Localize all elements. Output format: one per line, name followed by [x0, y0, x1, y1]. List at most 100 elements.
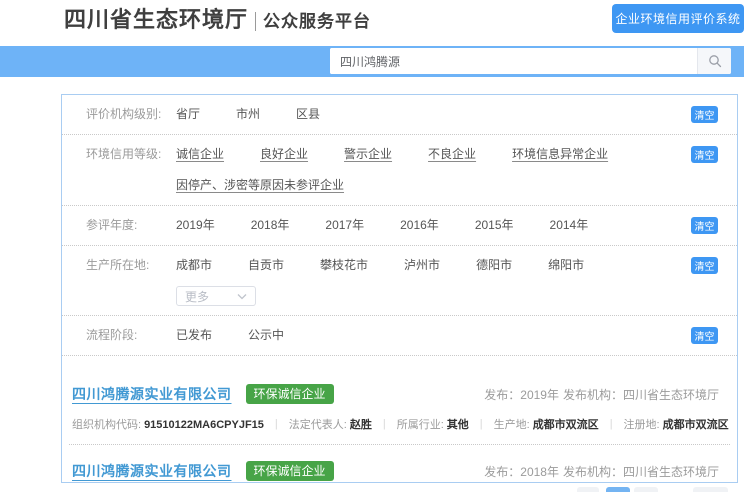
clear-filter-button[interactable]: 清空	[691, 146, 718, 163]
detail-label: 生产地:	[494, 419, 530, 431]
filter-option[interactable]: 绵阳市	[548, 258, 584, 273]
filter-option[interactable]: 泸州市	[404, 258, 440, 273]
result-card-1: 四川鸿腾源实业有限公司环保诚信企业发布：2018年发布机构：四川省生态环境厅组织…	[69, 445, 730, 492]
publish-info: 发布：2019年发布机构：四川省生态环境厅	[484, 386, 727, 403]
main-panel: 评价机构级别:省厅市州区县清空环境信用等级:诚信企业良好企业警示企业不良企业环境…	[61, 94, 738, 483]
clear-filter-button[interactable]: 清空	[691, 327, 718, 344]
filter-option[interactable]: 2016年	[400, 218, 439, 233]
detail-label: 法定代表人:	[289, 419, 347, 431]
filter-option[interactable]: 2017年	[325, 218, 364, 233]
detail-label: 注册地:	[624, 419, 660, 431]
filter-option[interactable]: 良好企业	[260, 147, 308, 162]
brand-divider	[255, 12, 256, 31]
search-bar	[0, 46, 744, 77]
company-name-link[interactable]: 四川鸿腾源实业有限公司	[72, 461, 232, 481]
filter-options: 已发布 公示中	[176, 328, 677, 343]
detail-item: 组织机构代码:91510122MA6CPYJF15	[72, 416, 264, 432]
filter-row-4: 流程阶段:已发布 公示中 清空	[62, 316, 737, 356]
detail-item: 所属行业:其他	[397, 416, 469, 432]
chevron-down-icon	[237, 293, 247, 300]
header: 四川省生态环境厅 公众服务平台 企业环境信用评价系统	[0, 0, 750, 46]
publish-info: 发布：2018年发布机构：四川省生态环境厅	[484, 463, 727, 480]
filter-option[interactable]: 攀枝花市	[320, 258, 368, 273]
site-subtitle: 公众服务平台	[263, 11, 371, 33]
filter-option[interactable]: 自贡市	[248, 258, 284, 273]
detail-item: 生产地:成都市双流区	[494, 416, 599, 432]
pagination	[0, 487, 750, 492]
detail-item: 注册地:成都市双流区	[624, 416, 729, 432]
company-name-link[interactable]: 四川鸿腾源实业有限公司	[72, 384, 232, 404]
result-list: 四川鸿腾源实业有限公司环保诚信企业发布：2019年发布机构：四川省生态环境厅组织…	[62, 356, 737, 492]
detail-value: 91510122MA6CPYJF15	[144, 419, 264, 431]
detail-label: 所属行业:	[397, 419, 444, 431]
search-icon	[708, 54, 722, 68]
clear-filter-button[interactable]: 清空	[691, 257, 718, 274]
clear-filter-button[interactable]: 清空	[691, 217, 718, 234]
detail-label: 组织机构代码:	[72, 419, 141, 431]
detail-value: 其他	[447, 419, 469, 431]
search-box	[330, 48, 731, 74]
publish-org: 发布机构：四川省生态环境厅	[563, 386, 719, 403]
search-button[interactable]	[697, 48, 731, 74]
detail-divider: |	[480, 418, 483, 430]
detail-item: 法定代表人:赵胜	[289, 416, 372, 432]
publish-year: 发布：2019年	[484, 386, 559, 403]
result-card-0: 四川鸿腾源实业有限公司环保诚信企业 发布：2019年发布机构：四川省生态环境厅组织…	[69, 368, 730, 445]
credit-badge: 环保诚信企业	[246, 384, 334, 404]
filter-options: 省厅 市州 区县	[176, 107, 677, 122]
detail-divider: |	[275, 418, 278, 430]
pagination-page-1-button[interactable]	[606, 487, 630, 492]
pagination-next-button[interactable]	[693, 487, 728, 492]
filter-rows: 评价机构级别:省厅市州区县清空环境信用等级:诚信企业良好企业警示企业不良企业环境…	[62, 95, 737, 356]
filter-option[interactable]: 2014年	[550, 218, 589, 233]
filter-option[interactable]: 2019年	[176, 218, 215, 233]
filter-label: 流程阶段:	[86, 328, 176, 343]
filter-row-0: 评价机构级别:省厅 市州 区县 清空	[62, 95, 737, 135]
filter-label: 评价机构级别:	[86, 107, 176, 122]
filter-option[interactable]: 区县	[296, 107, 320, 122]
clear-filter-button[interactable]: 清空	[691, 106, 718, 123]
filter-option[interactable]: 2015年	[475, 218, 514, 233]
filter-option[interactable]: 诚信企业	[176, 147, 224, 162]
filter-row-1: 环境信用等级:诚信企业 良好企业 警示企业 不良企业 环境信息异常企业因停产、涉密等原因…	[62, 135, 737, 206]
credit-badge: 环保诚信企业	[246, 461, 334, 481]
credit-system-button[interactable]: 企业环境信用评价系统	[612, 4, 744, 33]
more-dropdown-label: 更多	[185, 288, 209, 305]
pagination-prev-button[interactable]	[577, 487, 599, 492]
detail-divider: |	[610, 418, 613, 430]
detail-value: 赵胜	[350, 419, 372, 431]
publish-year: 发布：2018年	[484, 463, 559, 480]
filter-option[interactable]: 警示企业	[344, 147, 392, 162]
filter-option[interactable]: 不良企业	[428, 147, 476, 162]
filter-option[interactable]: 德阳市	[476, 258, 512, 273]
filter-option[interactable]: 成都市	[176, 258, 212, 273]
filter-row-3: 生产所在地:成都市 自贡市 攀枝花市 泸州市 德阳市 绵阳市更多 清空	[62, 246, 737, 316]
brand: 四川省生态环境厅 公众服务平台	[64, 7, 371, 33]
detail-divider: |	[383, 418, 386, 430]
filter-options: 2019年 2018年 2017年 2016年 2015年 2014年	[176, 218, 677, 233]
publish-org: 发布机构：四川省生态环境厅	[563, 463, 719, 480]
company-details: 组织机构代码:91510122MA6CPYJF15 | 法定代表人:赵胜 | 所属行业:…	[72, 416, 727, 432]
filter-options: 诚信企业 良好企业 警示企业 不良企业 环境信息异常企业因停产、涉密等原因未参评企业	[176, 147, 677, 193]
filter-option[interactable]: 已发布	[176, 328, 212, 343]
company-line: 四川鸿腾源实业有限公司环保诚信企业 发布：2019年发布机构：四川省生态环境厅	[72, 384, 727, 404]
more-dropdown[interactable]: 更多	[176, 286, 256, 306]
pagination-page-2-button[interactable]	[634, 487, 658, 492]
filter-option[interactable]: 市州	[236, 107, 260, 122]
filter-label: 参评年度:	[86, 218, 176, 233]
filter-options: 成都市 自贡市 攀枝花市 泸州市 德阳市 绵阳市更多	[176, 258, 677, 303]
filter-label: 环境信用等级:	[86, 147, 176, 162]
page: 四川省生态环境厅 公众服务平台 企业环境信用评价系统 评价机构级别:省厅 市州 区县…	[0, 0, 750, 492]
detail-value: 成都市双流区	[663, 419, 729, 431]
filter-option[interactable]: 因停产、涉密等原因未参评企业	[176, 178, 344, 193]
site-title: 四川省生态环境厅	[64, 7, 248, 33]
detail-value: 成都市双流区	[533, 419, 599, 431]
filter-row-2: 参评年度:2019年 2018年 2017年 2016年 2015年 2014年 清空	[62, 206, 737, 246]
filter-label: 生产所在地:	[86, 258, 176, 273]
filter-option[interactable]: 2018年	[251, 218, 290, 233]
search-input[interactable]	[330, 48, 697, 74]
company-line: 四川鸿腾源实业有限公司环保诚信企业 发布：2018年发布机构：四川省生态环境厅	[72, 461, 727, 481]
filter-option[interactable]: 环境信息异常企业	[512, 147, 608, 162]
filter-option[interactable]: 公示中	[248, 328, 284, 343]
filter-option[interactable]: 省厅	[176, 107, 200, 122]
